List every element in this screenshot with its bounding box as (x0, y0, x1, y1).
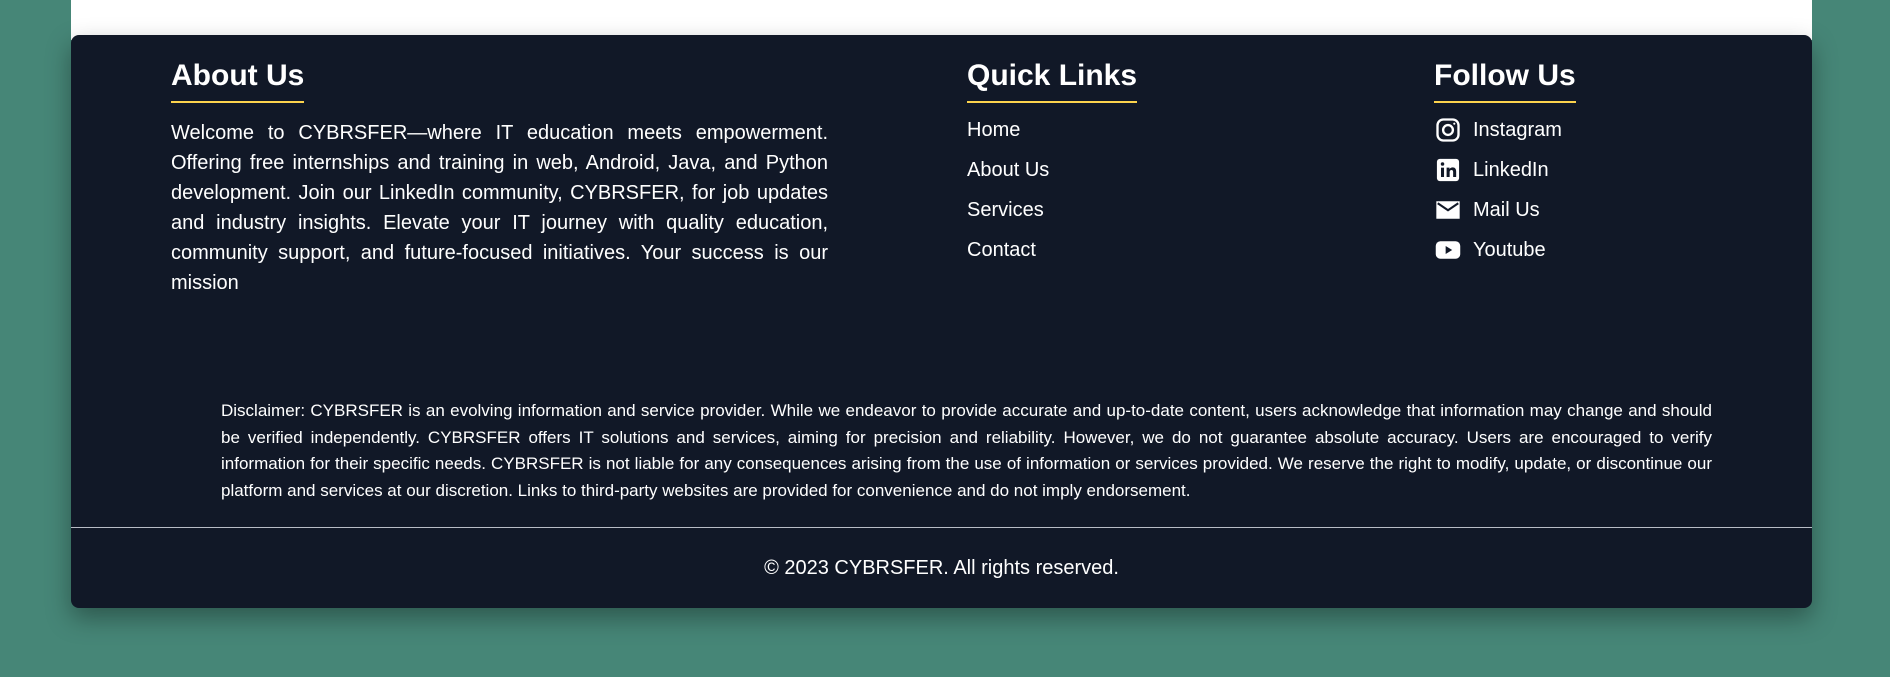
quick-link-home[interactable]: Home (967, 118, 1049, 142)
youtube-icon (1434, 236, 1462, 264)
mail-icon (1434, 196, 1462, 224)
social-link-linkedin[interactable]: LinkedIn (1434, 158, 1562, 182)
about-heading: About Us (171, 61, 305, 103)
social-link-mail[interactable]: Mail Us (1434, 198, 1562, 222)
quick-links-heading: Quick Links (967, 61, 1138, 103)
instagram-icon (1434, 116, 1462, 144)
copyright-text: © 2023 CYBRSFER. All rights reserved. (764, 557, 1119, 579)
site-footer: About Us Welcome to CYBRSFER—where IT ed… (71, 35, 1812, 608)
social-link-label: LinkedIn (1473, 158, 1549, 181)
disclaimer-text: Disclaimer: CYBRSFER is an evolving info… (221, 401, 1712, 500)
social-link-label: Instagram (1473, 118, 1562, 141)
social-links-list: Instagram LinkedIn Mail Us Youtube (1434, 118, 1562, 278)
follow-section-heading: Follow Us (1434, 61, 1576, 103)
social-link-label: Mail Us (1473, 198, 1540, 221)
page-content-area (71, 0, 1812, 40)
footer-divider (71, 527, 1812, 528)
about-section-heading: About Us (171, 61, 305, 103)
social-link-youtube[interactable]: Youtube (1434, 238, 1562, 262)
social-link-instagram[interactable]: Instagram (1434, 118, 1562, 142)
quick-link-contact[interactable]: Contact (967, 238, 1049, 262)
social-link-label: Youtube (1473, 238, 1546, 261)
follow-heading: Follow Us (1434, 61, 1576, 103)
quick-link-about-us[interactable]: About Us (967, 158, 1049, 182)
quick-links-list: Home About Us Services Contact (967, 118, 1049, 278)
quick-links-section-heading: Quick Links (967, 61, 1138, 103)
about-description: Welcome to CYBRSFER—where IT education m… (171, 122, 828, 294)
linkedin-icon (1434, 156, 1462, 184)
quick-link-services[interactable]: Services (967, 198, 1049, 222)
